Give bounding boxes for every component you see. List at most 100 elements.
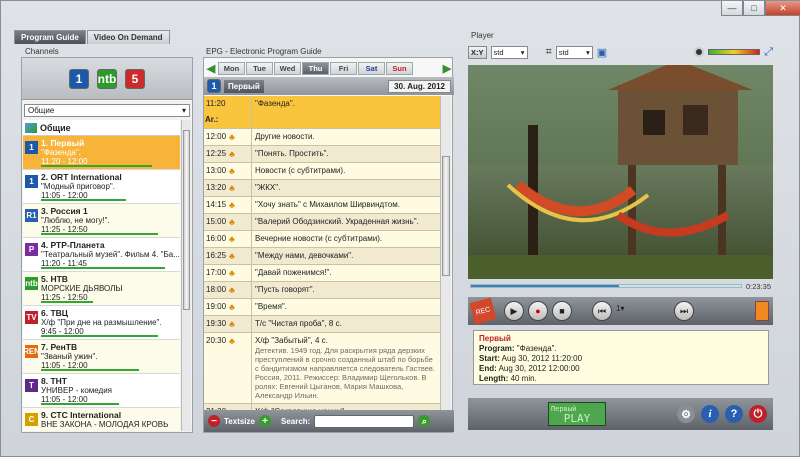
program-row[interactable]: 12:00 ♣ Другие новости. (204, 129, 440, 146)
play-pause-button[interactable]: ▶ (504, 301, 524, 321)
channel-logo-0-icon[interactable]: 1 (69, 68, 89, 89)
seek-track[interactable] (470, 284, 742, 288)
scrollbar-thumb[interactable] (442, 156, 450, 276)
channel-group-select[interactable]: Общие ▾ (24, 104, 190, 117)
help-icon[interactable]: ? (725, 405, 743, 423)
maximize-button[interactable]: □ (743, 1, 765, 16)
reminder-icon[interactable]: ♣ (229, 251, 235, 261)
channel-item[interactable]: 1 1. Первый "Фазенда". 11:20 - 12:00 (23, 136, 180, 170)
reminder-icon[interactable]: ♣ (229, 319, 235, 329)
aspect-ratio-select[interactable]: std ▾ (490, 45, 528, 59)
channel-item[interactable]: T 8. ТНТ УНИВЕР - комедия 11:05 - 12:00 (23, 374, 180, 408)
aspect-ratio-button[interactable]: X:Y (468, 45, 487, 59)
channel-item[interactable]: ntb 5. НТВ МОРСКИЕ ДЬЯВОЛЫ 11:25 - 12:50 (23, 272, 180, 306)
player-panel: X:Y std ▾ ⌗ std ▾ ▣ ⤢ 0:23:35 REC ▶ ● ■ ⏮ … (468, 43, 773, 433)
day-tab[interactable]: Tue (246, 61, 273, 75)
program-time: 16:00 (206, 234, 227, 243)
channel-item[interactable]: R1 3. Россия 1 "Люблю, не могу!". 11:25 - 1… (23, 204, 180, 238)
save-icon[interactable]: ▣ (597, 46, 607, 59)
textsize-increase-button[interactable]: + (258, 415, 271, 427)
day-tab[interactable]: Wed (274, 61, 301, 75)
detach-icon[interactable]: ⤢ (764, 46, 773, 59)
program-text-cell: "Фазенда". Ar.: (205, 96, 440, 128)
reminder-icon[interactable]: ♣ (229, 268, 235, 278)
program-time-cell: 12:00 ♣ (204, 129, 252, 145)
reminder-icon[interactable]: ♣ (229, 302, 235, 312)
next-day-arrow-icon[interactable]: ▶ (440, 62, 454, 75)
reminder-icon[interactable]: ♣ (229, 285, 235, 295)
minimize-button[interactable]: — (721, 1, 743, 16)
program-row[interactable]: 13:20 ♣ "ЖКХ". (204, 180, 440, 197)
channel-number-select[interactable]: 1▾ (616, 304, 670, 318)
program-time-cell: 15:00 ♣ (204, 214, 252, 230)
channel-logo-2-icon[interactable]: 5 (125, 68, 145, 89)
program-row[interactable]: 15:00 ♣ "Валерий Ободзинский. Украденная ж… (204, 214, 440, 231)
channel-logo-icon: R1 (25, 209, 38, 222)
reminder-icon[interactable]: ♣ (229, 217, 235, 227)
volume-slider[interactable] (708, 49, 761, 55)
channel-list-scrollbar[interactable] (181, 120, 191, 431)
settings-icon[interactable]: ⚙ (677, 405, 695, 423)
channel-item[interactable]: 1 2. ORT International "Модный приговор". 1… (23, 170, 180, 204)
program-row[interactable]: 14:15 ♣ "Хочу знать" с Михаилом Ширвиндтом… (204, 197, 440, 214)
channel-logo-1-icon[interactable]: ntb (97, 68, 117, 89)
crop-select[interactable]: std ▾ (555, 45, 593, 59)
player-controls: REC ▶ ● ■ ⏮ 1▾ ⏭ (468, 297, 773, 325)
program-title: "Давай поженимся!". (255, 268, 332, 277)
record-button[interactable]: ● (528, 301, 548, 321)
program-list-scrollbar[interactable] (440, 96, 451, 410)
seek-bar[interactable]: 0:23:35 (468, 279, 773, 293)
video-view[interactable] (468, 60, 773, 279)
reminder-icon[interactable]: ♣ (229, 234, 235, 244)
program-time-cell: 20:30 ♣ (204, 333, 252, 403)
rec-stamp-icon[interactable]: REC (469, 297, 497, 325)
epg-date[interactable]: 30. Aug. 2012 (388, 79, 451, 93)
scrollbar-thumb[interactable] (183, 130, 190, 310)
tab-program-guide[interactable]: Program Guide (14, 30, 86, 44)
stop-button[interactable]: ■ (552, 301, 572, 321)
reminder-icon[interactable]: ♣ (229, 132, 235, 142)
channel-item[interactable]: REN 7. РенТВ "Званый ужин". 11:05 - 12:00 (23, 340, 180, 374)
next-channel-button[interactable]: ⏭ (674, 301, 694, 321)
program-row[interactable]: 16:25 ♣ "Между нами, девочками". (204, 248, 440, 265)
crop-icon[interactable]: ⌗ (546, 46, 552, 59)
day-tab[interactable]: Sun (386, 61, 413, 75)
prev-day-arrow-icon[interactable]: ◀ (204, 62, 218, 75)
program-row[interactable]: 16:00 ♣ Вечерние новости (с субтитрами). (204, 231, 440, 248)
day-tab[interactable]: Thu (302, 61, 329, 75)
program-row[interactable]: 13:00 ♣ Новости (с субтитрами). (204, 163, 440, 180)
power-icon[interactable]: ⏻ (749, 405, 767, 423)
book-icon[interactable] (755, 301, 769, 321)
channel-item[interactable]: TV 6. ТВЦ Х/ф "При дне на размышление". 9:4… (23, 306, 180, 340)
program-time-cell: 16:25 ♣ (204, 248, 252, 264)
reminder-icon[interactable]: ♣ (229, 149, 235, 159)
previous-channel-button[interactable]: ⏮ (592, 301, 612, 321)
reminder-icon[interactable]: ♣ (229, 166, 235, 176)
program-title: "Хочу знать" с Михаилом Ширвиндтом. (255, 200, 400, 209)
search-icon[interactable]: ⌕ (418, 415, 431, 427)
program-row[interactable]: 17:00 ♣ "Давай поженимся!". (204, 265, 440, 282)
program-row[interactable]: 19:00 ♣ "Время". (204, 299, 440, 316)
program-row[interactable]: 11:20 "Фазенда". Ar.: (204, 96, 440, 129)
reminder-icon[interactable]: ♣ (229, 336, 235, 346)
program-time-cell: 12:25 ♣ (204, 146, 252, 162)
speaker-icon[interactable] (694, 47, 705, 57)
program-row[interactable]: 20:30 ♣ Х/ф "Забытый", 4 с. Детектив. 1949 … (204, 333, 440, 404)
channel-item[interactable]: P 4. РТР-Планета "Театральный музей". Филь… (23, 238, 180, 272)
textsize-decrease-button[interactable]: − (208, 415, 220, 427)
program-row[interactable]: 12:25 ♣ "Понять. Простить". (204, 146, 440, 163)
close-button[interactable]: ✕ (765, 1, 800, 16)
channel-item[interactable]: C 9. СТС International ВНЕ ЗАКОНА - МОЛОДА… (23, 408, 180, 431)
tab-video-on-demand[interactable]: Video On Demand (86, 30, 170, 44)
program-row[interactable]: 18:00 ♣ "Пусть говорят". (204, 282, 440, 299)
program-row[interactable]: 19:30 ♣ Т/с "Чистая проба", 8 с. (204, 316, 440, 333)
info-icon[interactable]: i (701, 405, 719, 423)
program-title: Новости (с субтитрами). (255, 166, 346, 175)
search-input[interactable] (314, 414, 415, 428)
day-tab[interactable]: Fri (330, 61, 357, 75)
reminder-icon[interactable]: ♣ (229, 200, 235, 210)
reminder-icon[interactable]: ♣ (229, 183, 235, 193)
program-text-cell: Новости (с субтитрами). (252, 163, 440, 179)
day-tab[interactable]: Mon (218, 61, 245, 75)
day-tab[interactable]: Sat (358, 61, 385, 75)
